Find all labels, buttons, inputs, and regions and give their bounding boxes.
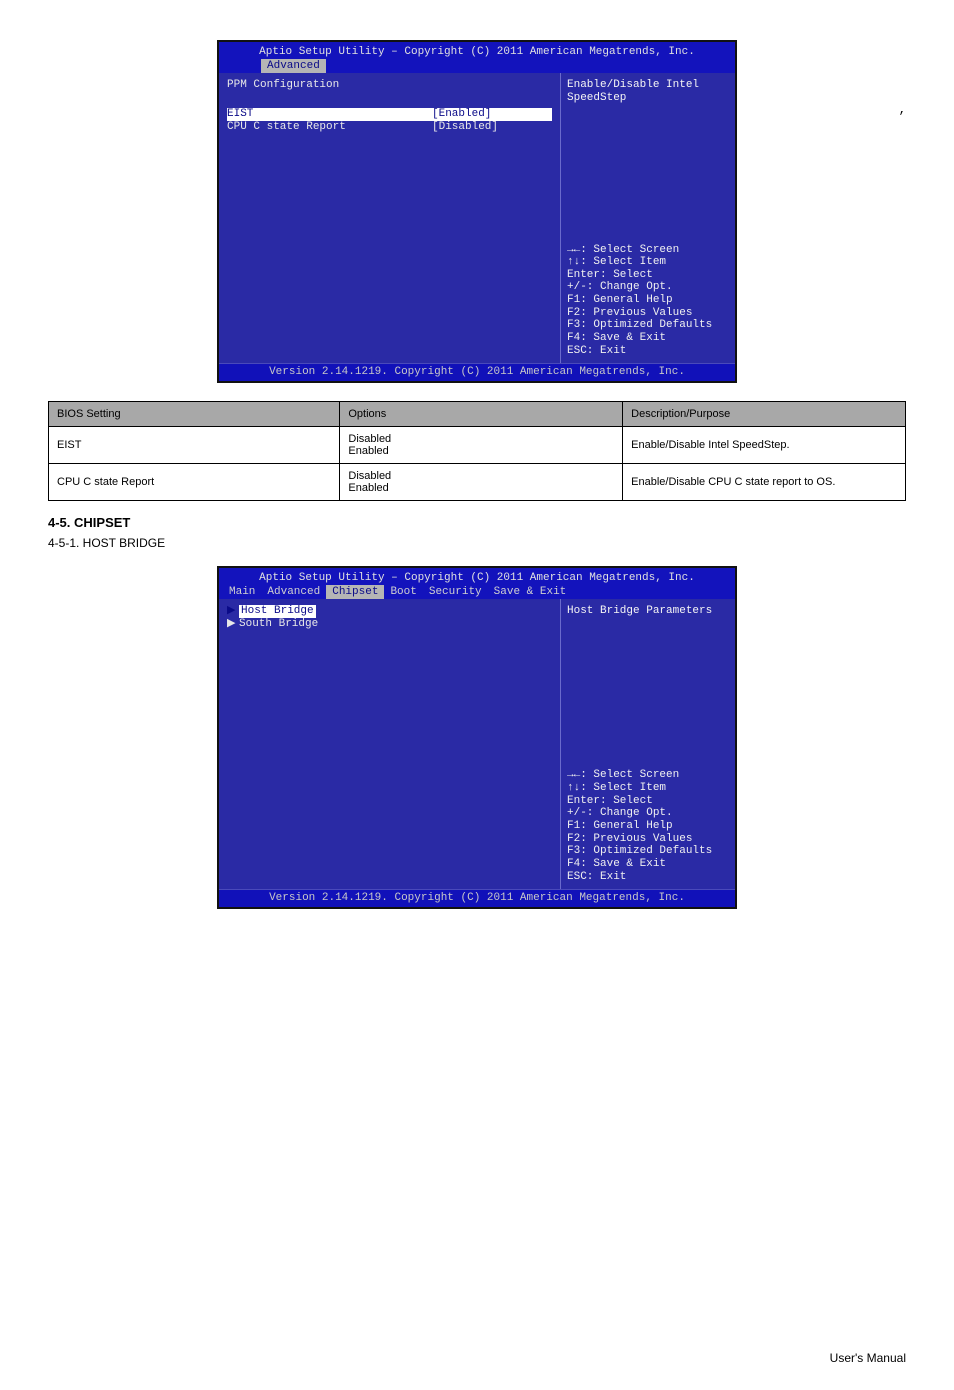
key-esc: ESC: Exit <box>567 871 729 884</box>
bios-left-pane: ▶ Host Bridge ▶ South Bridge <box>219 599 560 889</box>
triangle-icon: ▶ <box>227 618 235 631</box>
page-footer-right: User's Manual <box>830 1351 906 1365</box>
key-f2: F2: Previous Values <box>567 307 729 320</box>
key-f1: F1: General Help <box>567 294 729 307</box>
key-select-screen: →←: Select Screen <box>567 769 729 782</box>
key-f3: F3: Optimized Defaults <box>567 845 729 858</box>
key-select-item: ↑↓: Select Item <box>567 782 729 795</box>
page-marker-top: , <box>899 103 906 117</box>
submenu-label: South Bridge <box>239 618 318 630</box>
key-f1: F1: General Help <box>567 820 729 833</box>
bios-title: Aptio Setup Utility – Copyright (C) 2011… <box>219 44 735 59</box>
section-heading-chipset: 4-5. CHIPSET <box>48 515 954 530</box>
option-label: EIST <box>227 108 432 121</box>
help-text: Host Bridge Parameters <box>567 605 729 725</box>
cell-desc: Enable/Disable Intel SpeedStep. <box>623 426 906 463</box>
bios-footer: Version 2.14.1219. Copyright (C) 2011 Am… <box>219 363 735 381</box>
key-esc: ESC: Exit <box>567 345 729 358</box>
bios-title: Aptio Setup Utility – Copyright (C) 2011… <box>219 570 735 585</box>
submenu-south-bridge[interactable]: ▶ South Bridge <box>227 618 552 631</box>
bios-help-pane: Host Bridge Parameters →←: Select Screen… <box>560 599 735 889</box>
bios-header: Aptio Setup Utility – Copyright (C) 2011… <box>219 568 735 599</box>
tab-bar: Main Advanced Chipset Boot Security Save… <box>219 585 735 600</box>
help-text: Enable/Disable Intel SpeedStep <box>567 79 729 199</box>
bios-header: Aptio Setup Utility – Copyright (C) 2011… <box>219 42 735 73</box>
key-f2: F2: Previous Values <box>567 833 729 846</box>
key-change-opt: +/-: Change Opt. <box>567 281 729 294</box>
table-row: EIST Disabled Enabled Enable/Disable Int… <box>49 426 906 463</box>
bios-help-pane: Enable/Disable Intel SpeedStep →←: Selec… <box>560 73 735 363</box>
tab-main[interactable]: Main <box>223 585 261 600</box>
option-value: [Enabled] <box>432 108 552 121</box>
col-options: Options <box>340 401 623 426</box>
option-row-eist[interactable]: EIST [Enabled] <box>227 108 552 121</box>
key-select-item: ↑↓: Select Item <box>567 256 729 269</box>
option-label: CPU C state Report <box>227 121 432 134</box>
triangle-icon: ▶ <box>227 605 235 618</box>
section-subheading-hostbridge: 4-5-1. HOST BRIDGE <box>48 536 954 550</box>
help-keys: →←: Select Screen ↑↓: Select Item Enter:… <box>567 769 729 883</box>
bios-left-pane: PPM Configuration EIST [Enabled] CPU C s… <box>219 73 560 363</box>
col-description: Description/Purpose <box>623 401 906 426</box>
tab-chipset[interactable]: Chipset <box>326 585 384 600</box>
table-header-row: BIOS Setting Options Description/Purpose <box>49 401 906 426</box>
option-value: [Disabled] <box>432 121 552 134</box>
tab-advanced[interactable]: Advanced <box>261 585 326 600</box>
tab-boot[interactable]: Boot <box>384 585 422 600</box>
cell-setting: CPU C state Report <box>49 463 340 500</box>
submenu-label: Host Bridge <box>239 605 316 618</box>
key-select-screen: →←: Select Screen <box>567 244 729 257</box>
cell-setting: EIST <box>49 426 340 463</box>
bios-screen-ppm: Aptio Setup Utility – Copyright (C) 2011… <box>217 40 737 383</box>
key-enter: Enter: Select <box>567 795 729 808</box>
section-title-ppm: PPM Configuration <box>227 79 552 92</box>
options-table: BIOS Setting Options Description/Purpose… <box>48 401 906 501</box>
option-row-cstate[interactable]: CPU C state Report [Disabled] <box>227 121 552 134</box>
cell-desc: Enable/Disable CPU C state report to OS. <box>623 463 906 500</box>
key-enter: Enter: Select <box>567 269 729 282</box>
key-f4: F4: Save & Exit <box>567 858 729 871</box>
key-f4: F4: Save & Exit <box>567 332 729 345</box>
help-keys: →←: Select Screen ↑↓: Select Item Enter:… <box>567 244 729 358</box>
bios-screen-chipset: Aptio Setup Utility – Copyright (C) 2011… <box>217 566 737 909</box>
key-change-opt: +/-: Change Opt. <box>567 807 729 820</box>
tab-advanced[interactable]: Advanced <box>261 59 326 74</box>
bios-footer: Version 2.14.1219. Copyright (C) 2011 Am… <box>219 889 735 907</box>
cell-options: Disabled Enabled <box>340 463 623 500</box>
submenu-host-bridge[interactable]: ▶ Host Bridge <box>227 605 552 618</box>
tab-save-exit[interactable]: Save & Exit <box>488 585 573 600</box>
table-row: CPU C state Report Disabled Enabled Enab… <box>49 463 906 500</box>
tab-bar: Advanced <box>219 59 735 74</box>
tab-security[interactable]: Security <box>423 585 488 600</box>
cell-options: Disabled Enabled <box>340 426 623 463</box>
key-f3: F3: Optimized Defaults <box>567 319 729 332</box>
col-bios-setting: BIOS Setting <box>49 401 340 426</box>
